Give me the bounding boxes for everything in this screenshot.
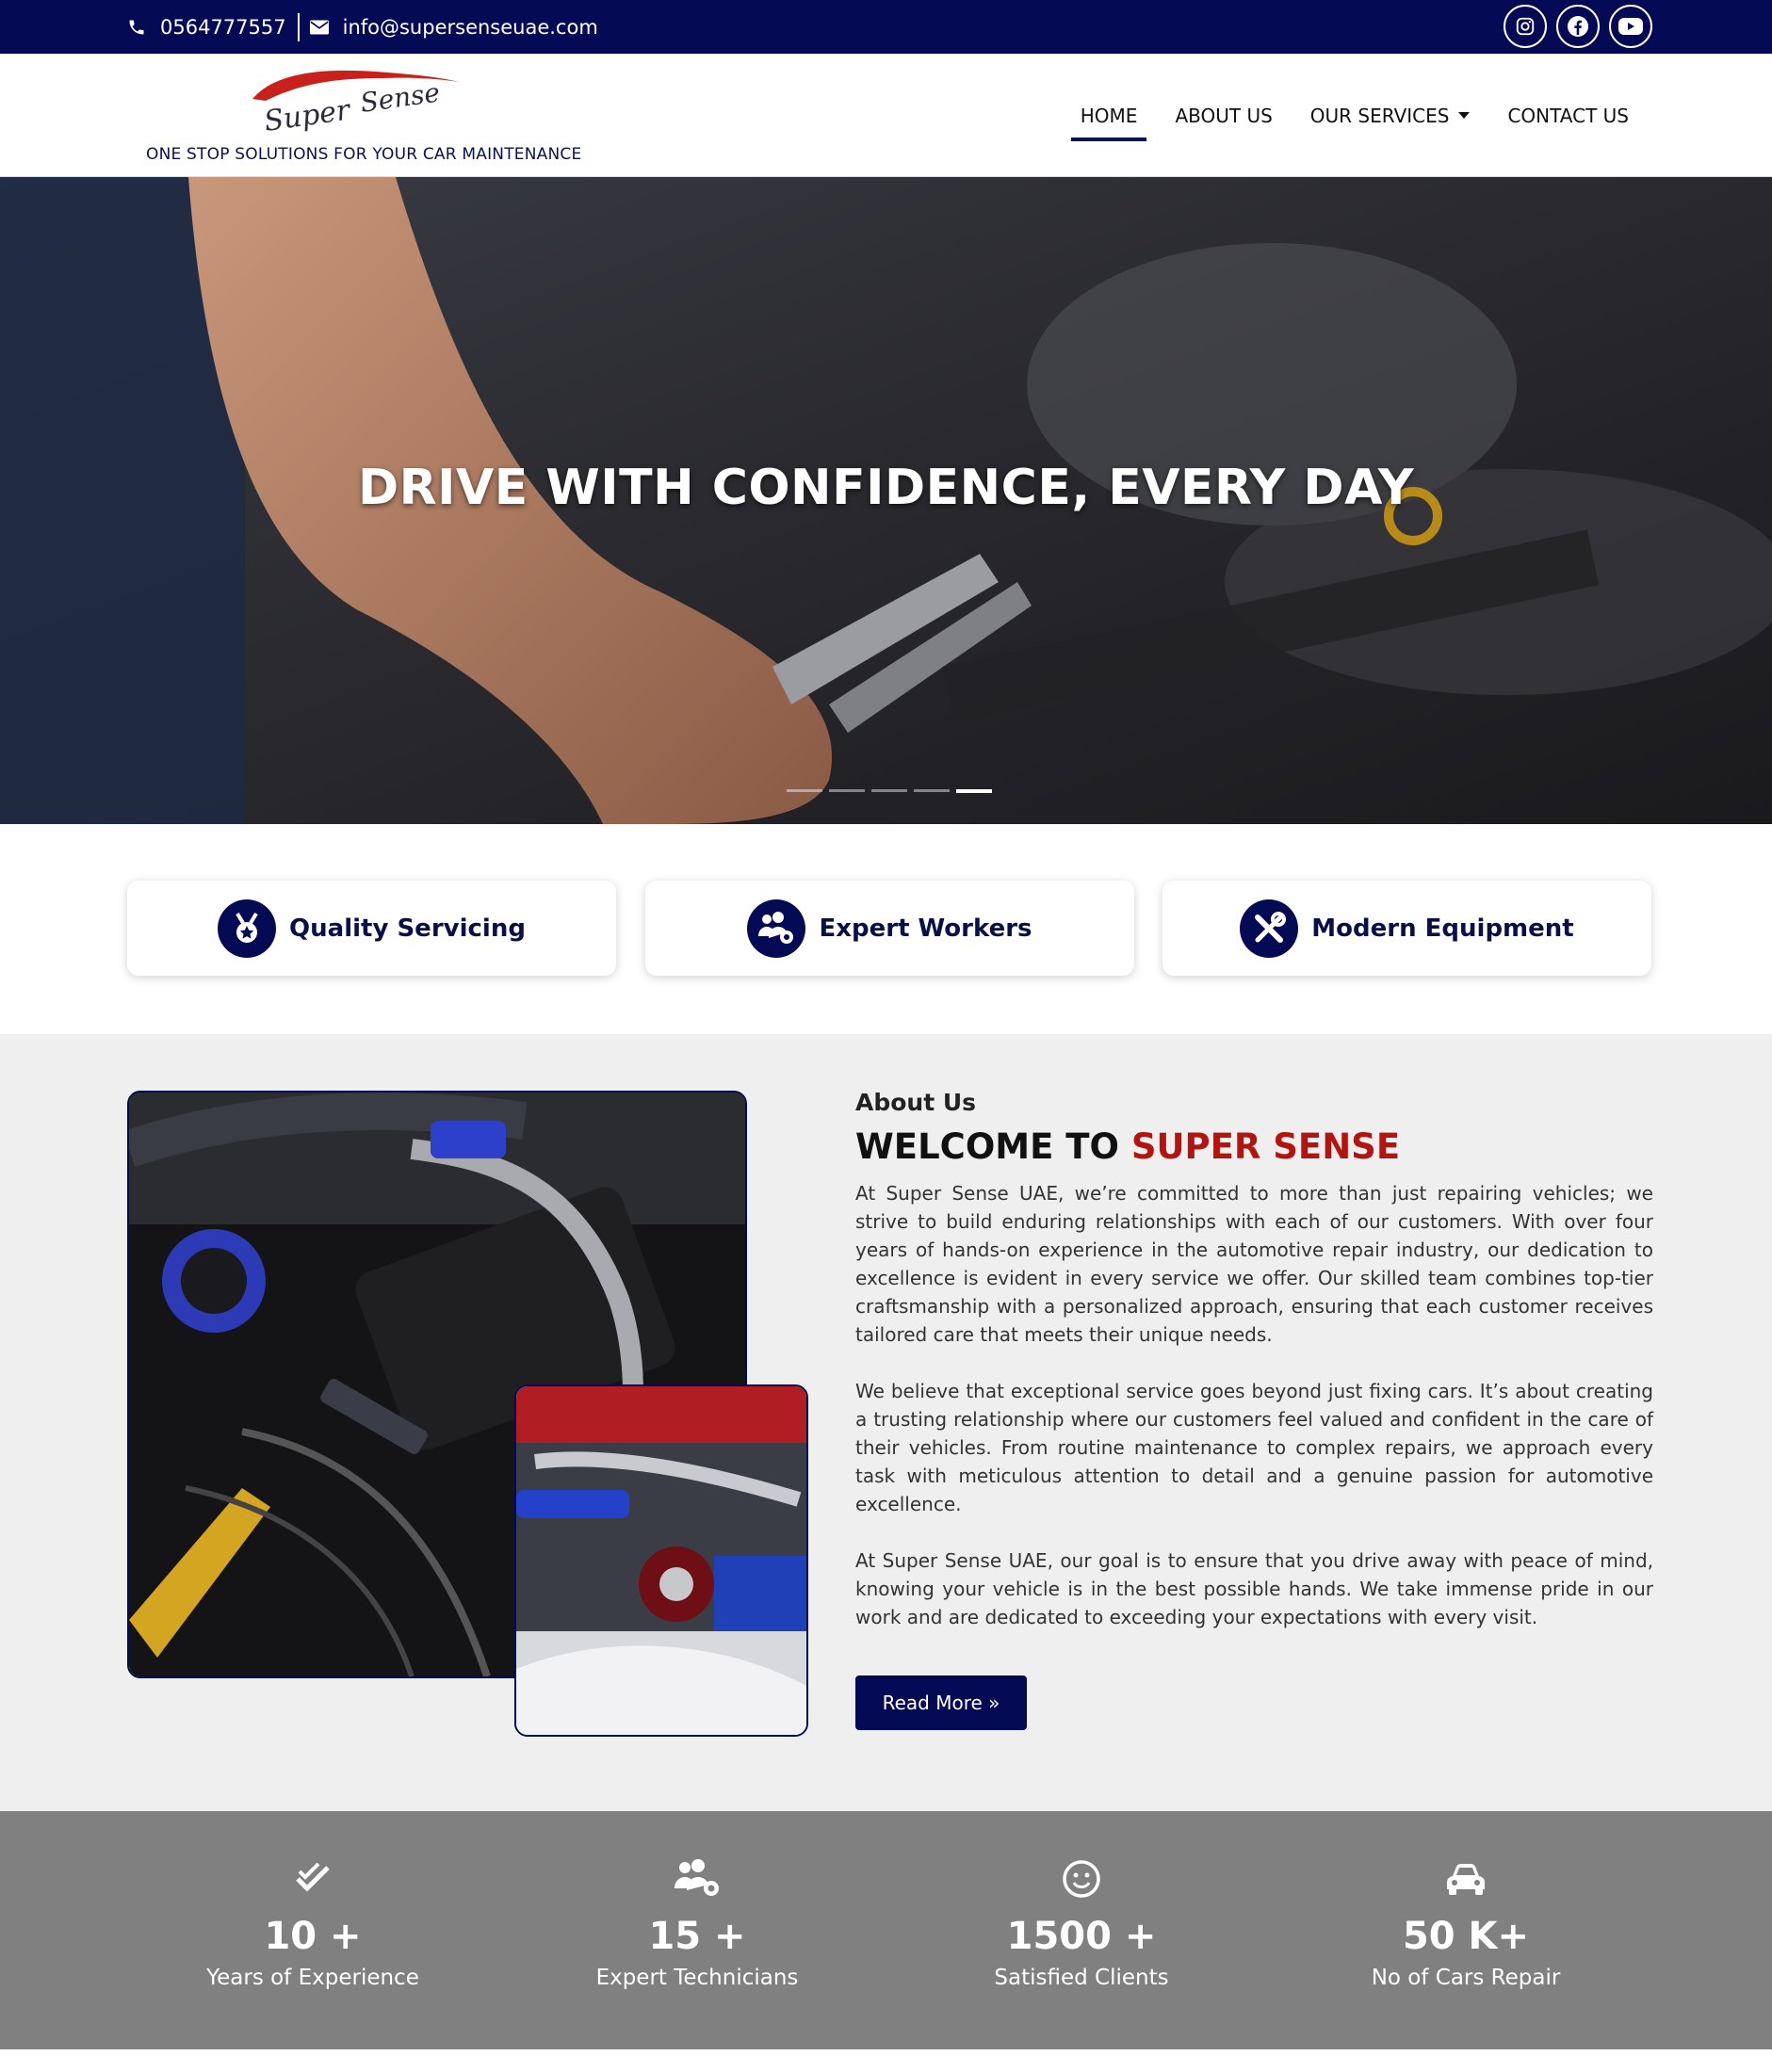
feature-card-equipment: Modern Equipment: [1162, 881, 1651, 976]
feature-label: Modern Equipment: [1311, 914, 1574, 943]
nav-services[interactable]: OUR SERVICES: [1292, 54, 1489, 177]
slide-indicator[interactable]: [787, 789, 822, 792]
social-links: [1504, 5, 1652, 48]
slider-indicators: [787, 789, 992, 793]
caret-down-icon: [1458, 112, 1471, 119]
about-eyebrow: About Us: [855, 1089, 977, 1116]
email-link[interactable]: info@supersenseuae.com: [343, 16, 598, 39]
top-bar: 0564777557 info@supersenseuae.com: [0, 0, 1772, 54]
users-gear-icon: [747, 898, 806, 958]
check-double-icon: [162, 1856, 463, 1902]
phone-icon: [126, 17, 147, 38]
slide-indicator[interactable]: [871, 789, 907, 792]
page-bottom-strip: [0, 2049, 1772, 2072]
medal-star-icon: [218, 898, 277, 958]
stat-cars: 50 K+ No of Cars Repair: [1315, 1856, 1617, 1990]
instagram-icon[interactable]: [1504, 5, 1547, 48]
feature-card-experts: Expert Workers: [645, 881, 1134, 976]
site-tagline: ONE STOP SOLUTIONS FOR YOUR CAR MAINTENA…: [146, 145, 582, 164]
site-logo[interactable]: Super Sense: [247, 59, 463, 144]
stat-value: 1500 +: [1006, 1915, 1157, 1958]
stat-label: Expert Technicians: [595, 1966, 799, 1990]
main-nav: HOME ABOUT US OUR SERVICES CONTACT US: [1062, 54, 1648, 177]
heading-prefix: WELCOME TO: [855, 1126, 1131, 1167]
about-heading: WELCOME TO SUPER SENSE: [855, 1126, 1400, 1167]
feature-label: Quality Servicing: [289, 914, 526, 943]
youtube-icon[interactable]: [1609, 5, 1652, 48]
about-paragraph: At Super Sense UAE, our goal is to ensur…: [855, 1549, 1653, 1628]
hero-slider: DRIVE WITH CONFIDENCE, EVERY DAY: [0, 177, 1772, 824]
contact-info: 0564777557 info@supersenseuae.com: [126, 0, 598, 54]
stat-value: 50 K+: [1402, 1915, 1530, 1958]
slide-indicator[interactable]: [829, 789, 865, 792]
about-paragraph: We believe that exceptional service goes…: [855, 1380, 1653, 1515]
car-icon: [1315, 1856, 1617, 1902]
nav-home[interactable]: HOME: [1062, 54, 1157, 177]
users-gear-icon: [546, 1856, 848, 1902]
stat-clients: 1500 + Satisfied Clients: [931, 1856, 1232, 1990]
svg-text:Sense: Sense: [358, 76, 442, 118]
stat-experience: 10 + Years of Experience: [162, 1856, 463, 1990]
slide-indicator-active[interactable]: [956, 789, 992, 793]
stat-label: Satisfied Clients: [994, 1966, 1169, 1990]
feature-label: Expert Workers: [819, 914, 1032, 943]
engine-photo-small: [514, 1384, 808, 1737]
site-header: Super Sense ONE STOP SOLUTIONS FOR YOUR …: [0, 54, 1772, 177]
about-paragraph: At Super Sense UAE, we’re committed to m…: [855, 1182, 1653, 1346]
stat-technicians: 15 + Expert Technicians: [546, 1856, 848, 1990]
stat-label: Years of Experience: [206, 1966, 419, 1990]
nav-contact[interactable]: CONTACT US: [1488, 54, 1648, 177]
smile-icon: [931, 1856, 1232, 1902]
nav-about[interactable]: ABOUT US: [1156, 54, 1291, 177]
read-more-button[interactable]: Read More »: [855, 1675, 1027, 1730]
phone-link[interactable]: 0564777557: [160, 16, 286, 39]
contact-divider: [297, 12, 300, 41]
stat-value: 10 +: [264, 1915, 362, 1958]
stats-section: 10 + Years of Experience 15 + Expert Tec…: [0, 1811, 1772, 2049]
stat-value: 15 +: [648, 1915, 746, 1958]
features-section: Quality Servicing Expert Workers Modern …: [0, 824, 1772, 1034]
slide-indicator[interactable]: [914, 789, 950, 792]
svg-text:Super: Super: [262, 93, 353, 138]
about-section: About Us WELCOME TO SUPER SENSE At Super…: [0, 1034, 1772, 1811]
hero-title: DRIVE WITH CONFIDENCE, EVERY DAY: [357, 460, 1415, 516]
logo-graphic: Super Sense: [252, 70, 459, 138]
feature-card-quality: Quality Servicing: [127, 881, 616, 976]
nav-services-label: OUR SERVICES: [1309, 104, 1450, 127]
tools-icon: [1240, 898, 1299, 958]
heading-highlight: SUPER SENSE: [1130, 1126, 1401, 1167]
facebook-icon[interactable]: [1556, 5, 1600, 48]
envelope-icon: [309, 17, 330, 38]
stat-label: No of Cars Repair: [1371, 1966, 1561, 1990]
